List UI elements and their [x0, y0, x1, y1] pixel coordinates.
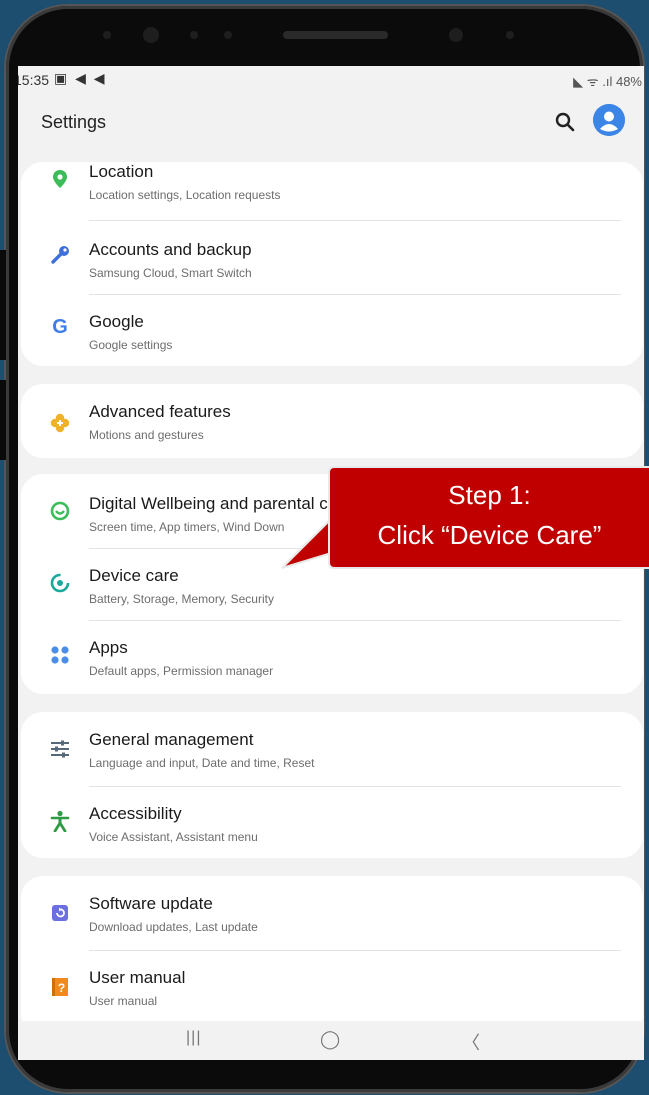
settings-item-software-update[interactable]: Software update Download updates, Last u…	[21, 876, 643, 950]
advanced-features-icon	[50, 413, 70, 433]
earpiece-speaker	[283, 31, 388, 39]
divider	[89, 220, 621, 221]
settings-card-management: General management Language and input, D…	[21, 712, 643, 858]
item-subtitle: Default apps, Permission manager	[89, 664, 274, 678]
settings-item-location[interactable]: Location Location settings, Location req…	[21, 162, 643, 236]
item-subtitle: Battery, Storage, Memory, Security	[89, 592, 274, 606]
settings-item-advanced-features[interactable]: Advanced features Motions and gestures	[21, 384, 643, 458]
device-care-icon	[50, 573, 70, 593]
google-icon: G	[52, 315, 68, 338]
settings-card-accounts: Location Location settings, Location req…	[21, 162, 643, 366]
status-bar: 15:35 ▣ ◀ ◀ ◣ ᯤ .ıl 48%	[18, 66, 644, 94]
item-subtitle: Motions and gestures	[89, 428, 204, 442]
settings-item-apps[interactable]: Apps Default apps, Permission manager	[21, 620, 643, 694]
sensor-dot	[190, 31, 198, 39]
software-update-icon	[52, 905, 68, 921]
status-time: 15:35	[18, 72, 50, 88]
step-callout: Step 1: Click “Device Care”	[328, 466, 649, 569]
account-icon[interactable]	[593, 104, 625, 136]
page-title: Settings	[41, 112, 107, 132]
item-subtitle: Download updates, Last update	[89, 920, 258, 934]
item-title: Device care	[89, 566, 179, 585]
navigation-bar: ||| ◯ 〈	[18, 1021, 644, 1060]
sensor-dot	[506, 31, 514, 39]
item-subtitle: Google settings	[89, 338, 173, 352]
volume-button	[0, 250, 6, 360]
key-icon	[51, 246, 69, 264]
item-title: General management	[89, 730, 254, 749]
item-subtitle: Location settings, Location requests	[89, 188, 281, 202]
back-button[interactable]: 〈	[462, 1029, 480, 1055]
item-title: Accessibility	[89, 804, 182, 823]
settings-item-general-management[interactable]: General management Language and input, D…	[21, 712, 643, 786]
sliders-icon	[51, 740, 69, 758]
settings-item-user-manual[interactable]: ? User manual User manual	[21, 950, 643, 1024]
home-button[interactable]: ◯	[320, 1029, 340, 1050]
svg-text:?: ?	[58, 981, 65, 995]
sensor-dot	[224, 31, 232, 39]
app-header: Settings	[18, 96, 644, 156]
item-subtitle: Voice Assistant, Assistant menu	[89, 830, 258, 844]
item-title: Google	[89, 312, 144, 331]
accessibility-icon	[50, 810, 70, 832]
status-right-icons: ◣ ᯤ .ıl 48%	[573, 74, 642, 89]
item-subtitle: Screen time, App timers, Wind Down	[89, 520, 285, 534]
item-title: Advanced features	[89, 402, 231, 421]
item-subtitle: Language and input, Date and time, Reset	[89, 756, 315, 770]
item-subtitle: User manual	[89, 994, 158, 1008]
settings-item-accounts-backup[interactable]: Accounts and backup Samsung Cloud, Smart…	[21, 236, 643, 310]
settings-card-advanced: Advanced features Motions and gestures	[21, 384, 643, 458]
apps-icon	[51, 646, 69, 664]
notification-icons: ▣ ◀ ◀	[54, 70, 107, 86]
wellbeing-icon	[50, 501, 70, 521]
divider	[89, 294, 621, 295]
front-camera	[143, 27, 159, 43]
settings-card-updates: Software update Download updates, Last u…	[21, 876, 643, 1036]
settings-item-google[interactable]: G Google Google settings	[21, 308, 643, 382]
callout-step-label: Step 1:	[448, 480, 531, 510]
item-subtitle: Samsung Cloud, Smart Switch	[89, 266, 252, 280]
item-title: Accounts and backup	[89, 240, 252, 259]
item-title: Location	[89, 162, 154, 181]
callout-instruction: Click “Device Care”	[377, 520, 602, 550]
search-icon[interactable]	[554, 111, 576, 133]
recents-button[interactable]: |||	[186, 1029, 201, 1047]
user-manual-icon: ?	[52, 978, 68, 996]
location-pin-icon	[53, 170, 67, 188]
item-title: Apps	[89, 638, 128, 657]
item-title: Software update	[89, 894, 213, 913]
iris-scanner	[449, 28, 463, 42]
power-button	[0, 380, 6, 460]
phone-mockup: 15:35 ▣ ◀ ◀ ◣ ᯤ .ıl 48% Settings	[0, 0, 649, 1095]
settings-item-accessibility[interactable]: Accessibility Voice Assistant, Assistant…	[21, 786, 643, 860]
item-title: User manual	[89, 968, 186, 987]
sensor-dot	[103, 31, 111, 39]
